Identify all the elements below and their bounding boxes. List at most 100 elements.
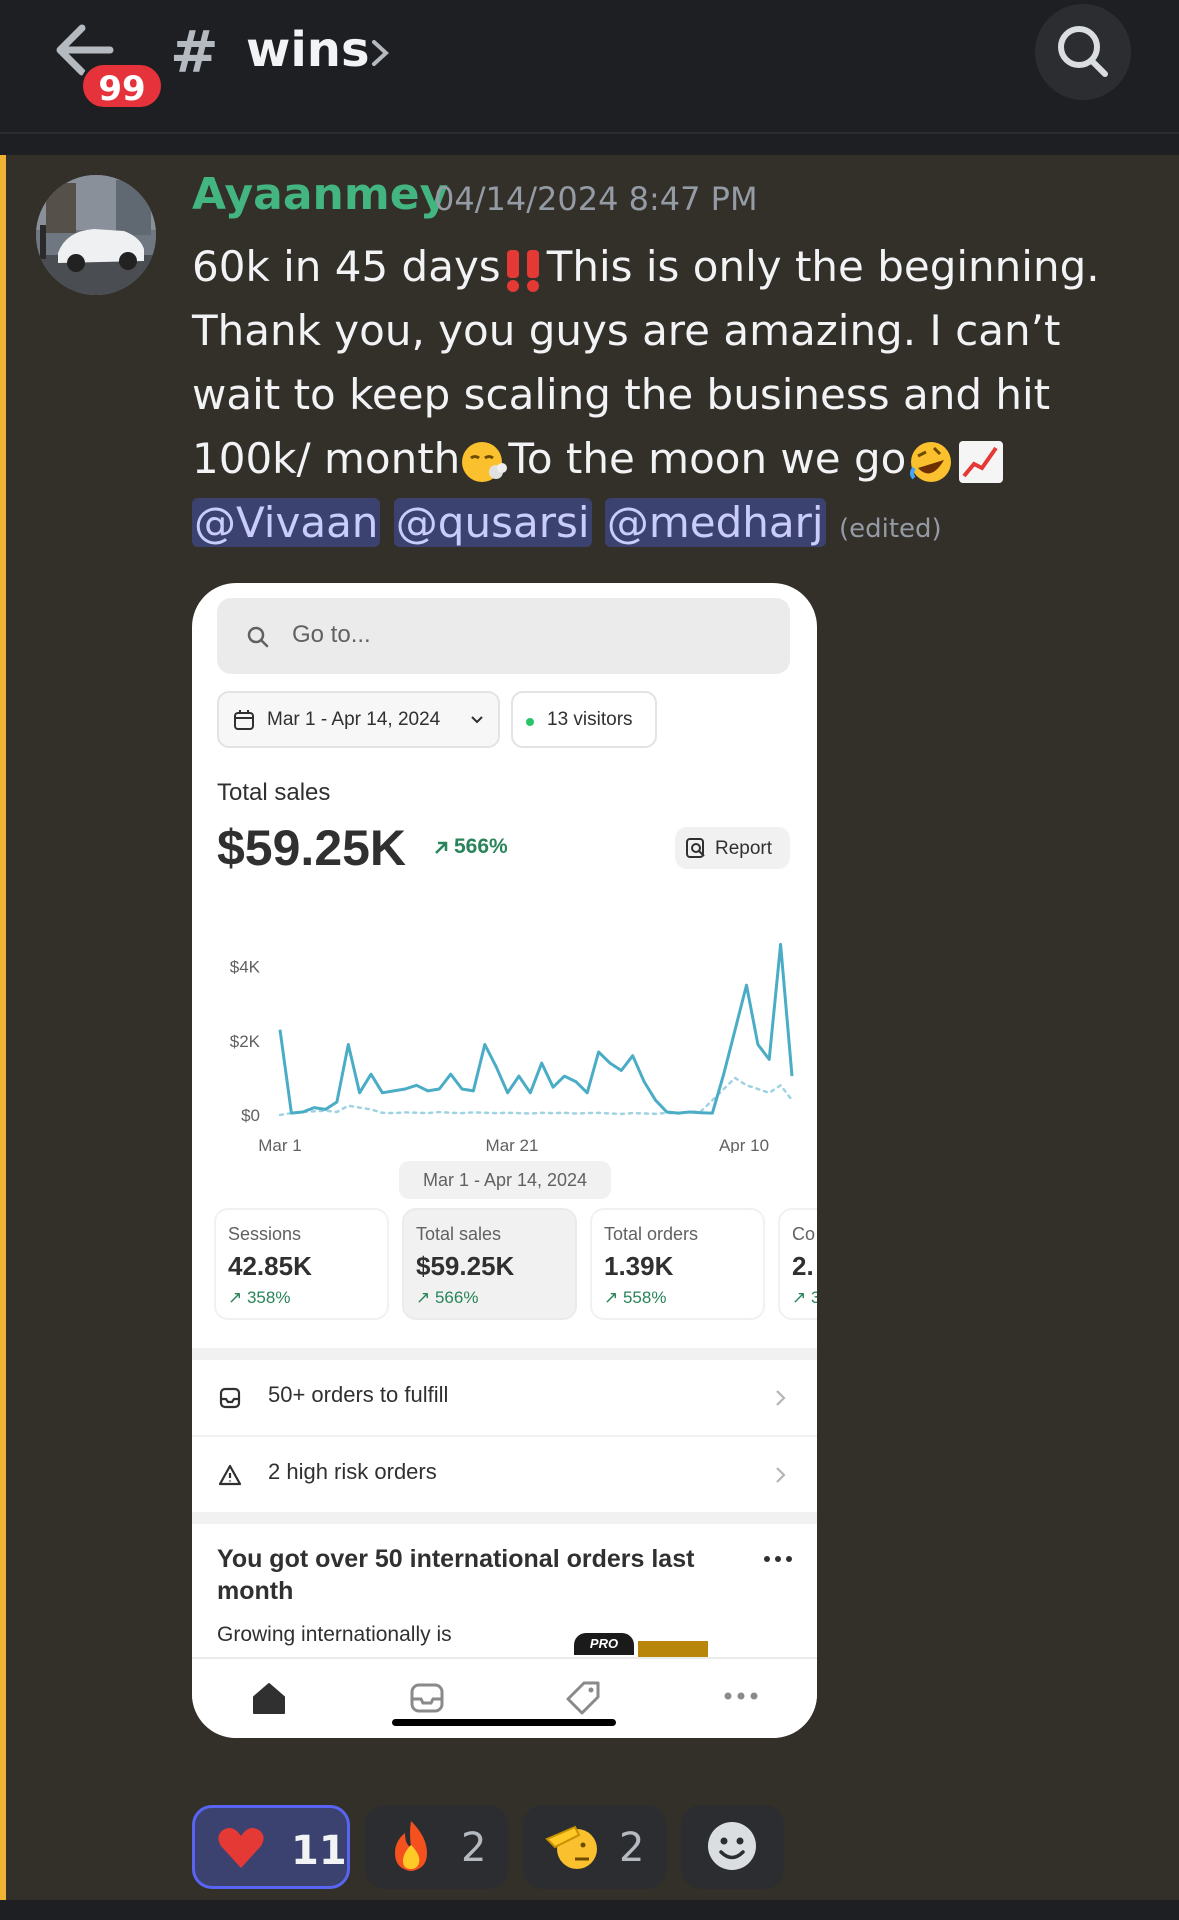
y-tick-label: $4K xyxy=(230,958,261,977)
live-dot-icon xyxy=(526,718,534,726)
report-icon xyxy=(686,838,705,858)
visitors-pill: 13 visitors xyxy=(511,691,657,748)
chart-increasing-icon xyxy=(959,440,1004,483)
reaction-heart[interactable]: 11 xyxy=(192,1805,350,1889)
fire-icon xyxy=(395,1821,427,1871)
metric-change-value: 358% xyxy=(246,1288,291,1307)
metric-change-value: 558% xyxy=(622,1288,667,1307)
metric-value: 42.85K xyxy=(228,1251,312,1281)
metric-label: Total sales xyxy=(416,1224,502,1244)
pro-image-strip xyxy=(638,1641,708,1657)
x-tick-label: Mar 21 xyxy=(486,1136,539,1153)
search-icon xyxy=(247,626,269,648)
task-row-label: 2 high risk orders xyxy=(268,1459,437,1484)
search-placeholder: Go to... xyxy=(292,621,371,648)
add-reaction-button[interactable] xyxy=(681,1805,784,1889)
message-text-part: To the moon we go xyxy=(508,434,907,483)
user-mention[interactable]: @Vivaan xyxy=(192,498,381,547)
report-label: Report xyxy=(715,838,773,859)
avatar[interactable] xyxy=(36,175,156,295)
reaction-count: 11 xyxy=(291,1828,347,1874)
chevron-right-icon xyxy=(776,1390,786,1406)
calendar-icon xyxy=(234,710,254,730)
report-button: Report xyxy=(675,827,790,869)
metric-card-conversion: Co 2. ↗ 3 xyxy=(778,1208,817,1320)
message-timestamp: 04/14/2024 8:47 PM xyxy=(434,180,758,218)
message-text-part: 60k in 45 days xyxy=(192,242,501,291)
unread-badge: 99 xyxy=(80,62,164,110)
search-button[interactable] xyxy=(1035,4,1131,100)
message-content: 60k in 45 days This is only the beginning… xyxy=(192,235,1132,561)
total-sales-label: Total sales xyxy=(217,779,331,806)
metric-change: ↗ 566% xyxy=(416,1288,479,1307)
channel-hash-icon: # xyxy=(170,18,219,86)
x-tick-label: Apr 10 xyxy=(719,1136,769,1153)
orders-icon xyxy=(410,1683,444,1713)
more-icon xyxy=(724,1692,758,1700)
image-attachment[interactable]: Go to... Mar 1 - Apr 14, 2024 13 visitor… xyxy=(192,583,817,1738)
user-mention[interactable]: @qusarsi xyxy=(393,498,592,547)
chart-range-label: Mar 1 - Apr 14, 2024 xyxy=(399,1161,611,1199)
home-indicator xyxy=(392,1719,616,1726)
y-tick-label: $0 xyxy=(241,1106,260,1125)
metric-label: Co xyxy=(792,1224,816,1244)
metric-card-total-orders: Total orders 1.39K ↗ 558% xyxy=(590,1208,765,1320)
author-name[interactable]: Ayaanmey xyxy=(192,169,448,220)
total-sales-value: $59.25K xyxy=(217,820,407,876)
saluting-face-icon xyxy=(545,1825,597,1869)
arrow-up-right-icon xyxy=(435,841,448,854)
section-divider xyxy=(192,1348,817,1360)
visitors-label: 13 visitors xyxy=(547,709,633,730)
reaction-salute[interactable]: 2 xyxy=(523,1805,666,1889)
total-sales-change: 566% xyxy=(454,835,508,858)
user-mention[interactable]: @medharj xyxy=(604,498,826,547)
metric-card-total-sales: Total sales $59.25K ↗ 566% xyxy=(402,1208,577,1320)
products-tag-icon xyxy=(566,1681,600,1715)
mention-highlight-bar xyxy=(0,155,6,1900)
bottom-edge xyxy=(0,1900,1179,1920)
add-reaction-icon xyxy=(708,1822,756,1870)
metric-value: $59.25K xyxy=(416,1251,515,1281)
warning-icon xyxy=(218,1464,242,1486)
chevron-right-icon[interactable] xyxy=(368,36,392,70)
home-icon xyxy=(253,1683,285,1714)
date-range-label: Mar 1 - Apr 14, 2024 xyxy=(267,709,441,730)
metric-change: ↗ 3 xyxy=(792,1288,817,1308)
section-divider xyxy=(192,1512,817,1524)
edited-label: (edited) xyxy=(838,514,942,544)
reaction-count: 2 xyxy=(619,1825,645,1871)
metric-change-value: 566% xyxy=(434,1288,479,1307)
inbox-icon xyxy=(219,1387,241,1409)
task-row-label: 50+ orders to fulfill xyxy=(268,1382,449,1407)
face-exhaling-icon xyxy=(462,441,508,482)
search-icon xyxy=(1058,26,1108,77)
date-range-selector: Mar 1 - Apr 14, 2024 xyxy=(217,691,500,748)
metric-label: Sessions xyxy=(228,1224,302,1244)
y-tick-label: $2K xyxy=(230,1032,261,1051)
metric-change: ↗ 358% xyxy=(228,1288,291,1307)
rolling-laughing-icon xyxy=(910,441,952,482)
double-exclamation-icon xyxy=(506,249,539,292)
insight-card-title: You got over 50 international orders las… xyxy=(217,1545,695,1605)
metric-change: ↗ 558% xyxy=(604,1288,667,1307)
heart-icon xyxy=(218,1828,264,1868)
metric-label: Total orders xyxy=(604,1224,699,1244)
task-row-fulfill: 50+ orders to fulfill xyxy=(192,1360,817,1435)
chart-series-sales xyxy=(278,942,794,1115)
avatar-image xyxy=(36,175,156,295)
metric-value: 1.39K xyxy=(604,1251,674,1281)
metric-card-sessions: Sessions 42.85K ↗ 358% xyxy=(214,1208,389,1320)
task-row-risk: 2 high risk orders xyxy=(192,1437,817,1512)
reaction-count: 2 xyxy=(461,1825,487,1871)
message[interactable]: Ayaanmey 04/14/2024 8:47 PM 60k in 45 da… xyxy=(0,155,1179,1900)
insight-card-body: Growing internationally is xyxy=(217,1623,452,1646)
metric-change-value: 3 xyxy=(810,1288,817,1307)
pro-badge: PRO xyxy=(574,1633,634,1655)
sales-line-chart: $4K $2K $0 Mar 1 Mar 21 Apr 10 xyxy=(230,942,794,1153)
channel-name[interactable]: wins xyxy=(246,22,370,78)
reaction-fire[interactable]: 2 xyxy=(365,1805,508,1889)
metric-value: 2. xyxy=(792,1251,814,1281)
more-options-icon xyxy=(764,1556,792,1562)
chevron-down-icon xyxy=(471,716,483,724)
chevron-right-icon xyxy=(776,1467,786,1483)
